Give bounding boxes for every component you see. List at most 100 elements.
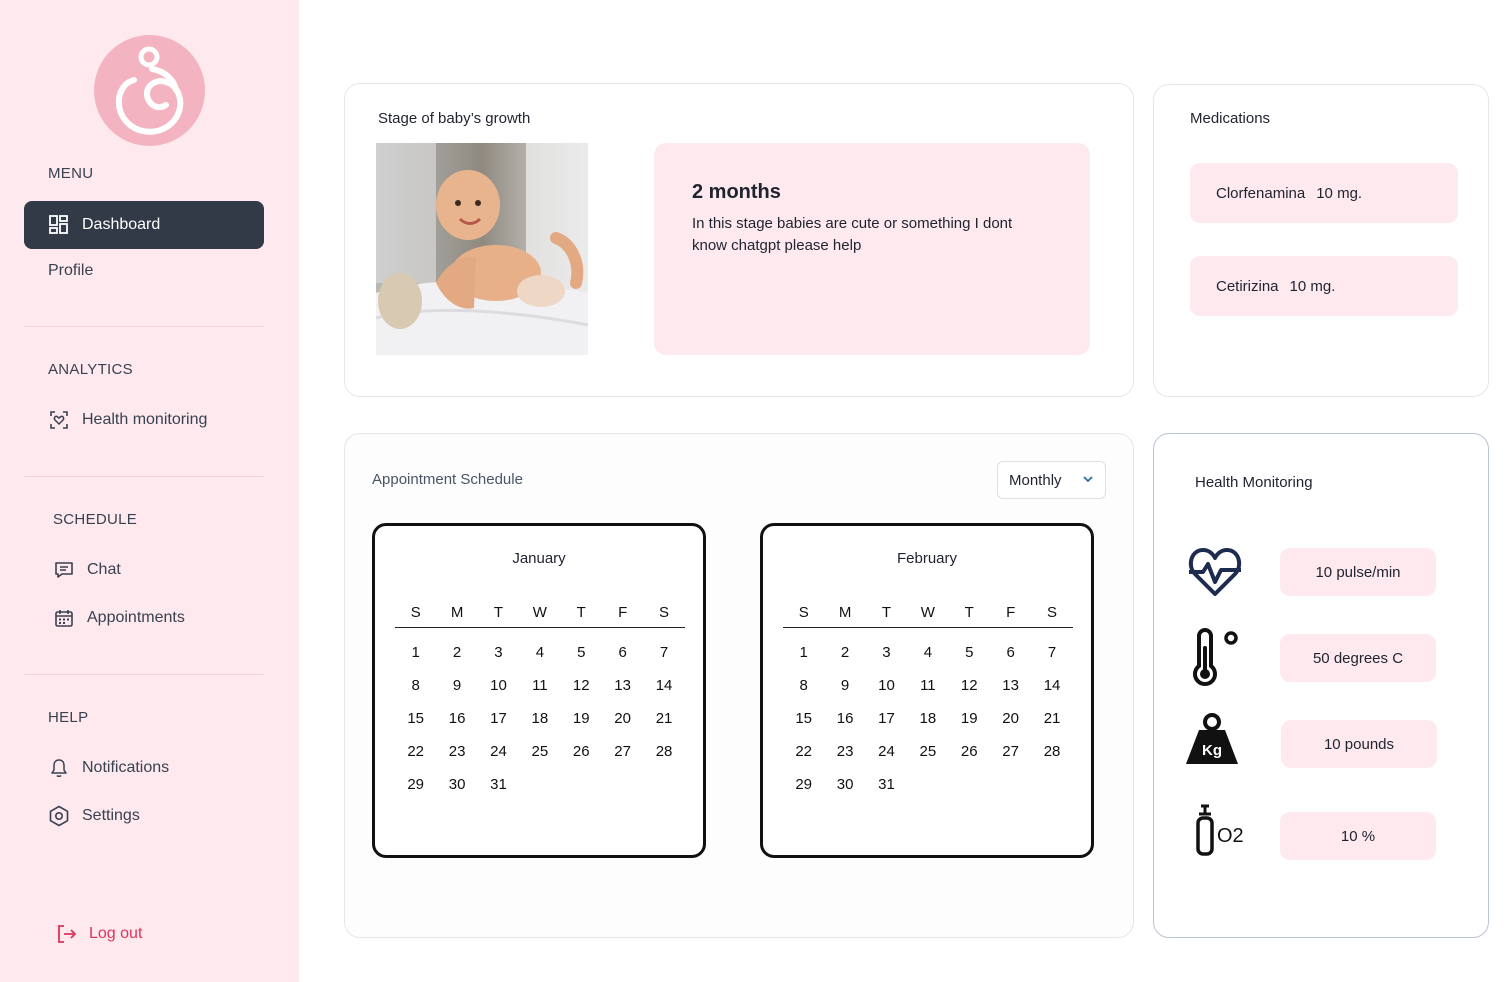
calendar-day[interactable]: 17 (866, 710, 907, 727)
logout-icon (55, 923, 77, 945)
calendar-day[interactable]: 25 (907, 743, 948, 760)
sidebar-item-appointments[interactable]: Appointments (53, 607, 185, 629)
weekday-label: W (532, 604, 547, 621)
calendar-day[interactable]: 11 (519, 677, 560, 694)
calendar-day[interactable]: 20 (990, 710, 1031, 727)
calendar-day[interactable]: 7 (1031, 644, 1072, 661)
sidebar-item-chat[interactable]: Chat (53, 559, 121, 581)
calendar-day[interactable]: 27 (990, 743, 1031, 760)
calendar-day[interactable]: 6 (990, 644, 1031, 661)
calendar-day[interactable]: 22 (783, 743, 824, 760)
schedule-section-label: SCHEDULE (53, 511, 138, 528)
medication-item[interactable]: Clorfenamina 10 mg. (1190, 163, 1458, 223)
calendar-day[interactable]: 20 (602, 710, 643, 727)
calendar-week-row: 15 16 17 18 19 20 21 (395, 694, 685, 727)
calendar-day[interactable]: 12 (561, 677, 602, 694)
weekday-label: F (618, 604, 628, 621)
calendar-day[interactable]: 15 (783, 710, 824, 727)
calendar-day[interactable]: 30 (824, 776, 865, 793)
calendar-day[interactable]: 24 (866, 743, 907, 760)
calendar-day[interactable]: 19 (561, 710, 602, 727)
calendar-day[interactable]: 21 (1031, 710, 1072, 727)
calendar-day[interactable]: 6 (602, 644, 643, 661)
calendar-day[interactable]: 30 (436, 776, 477, 793)
sidebar-item-label: Appointments (87, 609, 185, 626)
calendar-day[interactable]: 26 (561, 743, 602, 760)
hexagon-gear-icon (48, 805, 70, 827)
calendar-day[interactable]: 29 (395, 776, 436, 793)
calendar-day[interactable]: 22 (395, 743, 436, 760)
sidebar-item-label: Profile (48, 262, 94, 279)
calendar-day[interactable]: 21 (643, 710, 684, 727)
calendar-day[interactable]: 2 (436, 644, 477, 661)
calendar-week-row: 1234567 (783, 628, 1073, 661)
menu-section-label: MENU (48, 165, 94, 182)
calendar-day[interactable]: 29 (783, 776, 824, 793)
mother-baby-logo-icon (115, 46, 184, 135)
growth-card-title: Stage of baby’s growth (378, 110, 531, 127)
calendar-day[interactable]: 23 (824, 743, 865, 760)
sidebar-item-dashboard[interactable]: Dashboard (24, 201, 264, 249)
calendar-day[interactable]: 18 (907, 710, 948, 727)
calendar-week-row: 29 30 31 (783, 760, 1073, 793)
calendar-day[interactable]: 13 (602, 677, 643, 694)
calendar-day[interactable]: 19 (949, 710, 990, 727)
calendar-day[interactable]: 28 (1031, 743, 1072, 760)
calendar-day[interactable]: 8 (783, 677, 824, 694)
calendar-day[interactable]: 3 (866, 644, 907, 661)
calendar-day[interactable]: 28 (643, 743, 684, 760)
calendar-day[interactable]: 11 (907, 677, 948, 694)
heart-scan-icon (48, 409, 70, 431)
weekday-label: M (838, 604, 852, 621)
stage-info-box: 2 months In this stage babies are cute o… (654, 143, 1090, 355)
sidebar-item-notifications[interactable]: Notifications (48, 757, 169, 779)
calendar-day[interactable]: 15 (395, 710, 436, 727)
calendar-day[interactable]: 16 (824, 710, 865, 727)
calendar-day[interactable]: 13 (990, 677, 1031, 694)
sidebar-item-profile[interactable]: Profile (48, 262, 93, 280)
calendar-day[interactable]: 26 (949, 743, 990, 760)
calendar-day[interactable]: 1 (783, 644, 824, 661)
calendar-day[interactable]: 16 (436, 710, 477, 727)
calendar-day[interactable]: 25 (519, 743, 560, 760)
calendar-day[interactable]: 18 (519, 710, 560, 727)
calendar-week-row: 22 23 24 25 26 27 28 (783, 727, 1073, 760)
calendar-day[interactable]: 31 (866, 776, 907, 793)
calendar-day[interactable]: 2 (824, 644, 865, 661)
calendar-day[interactable]: 14 (1031, 677, 1072, 694)
calendar-day[interactable]: 4 (519, 644, 560, 661)
period-dropdown[interactable]: Monthly (997, 461, 1106, 499)
calendar-day[interactable]: 5 (949, 644, 990, 661)
weekday-label: F (1006, 604, 1016, 621)
logout-button[interactable]: Log out (55, 923, 142, 945)
calendar-day[interactable]: 9 (824, 677, 865, 694)
calendar-day[interactable]: 10 (478, 677, 519, 694)
calendar-day[interactable]: 24 (478, 743, 519, 760)
calendar-week-row: 8 9 10 11 12 13 14 (783, 661, 1073, 694)
sidebar-item-settings[interactable]: Settings (48, 805, 140, 827)
weekday-label: W (920, 604, 935, 621)
calendar-day[interactable]: 3 (478, 644, 519, 661)
calendar-day[interactable]: 7 (643, 644, 684, 661)
calendar-week-row: 8 9 10 11 12 13 14 (395, 661, 685, 694)
medication-item[interactable]: Cetirizina 10 mg. (1190, 256, 1458, 316)
dashboard-grid-icon (48, 214, 70, 236)
calendar-day[interactable]: 10 (866, 677, 907, 694)
calendar-day[interactable]: 23 (436, 743, 477, 760)
calendar-day[interactable]: 5 (561, 644, 602, 661)
calendar-day[interactable]: 8 (395, 677, 436, 694)
calendar-day[interactable]: 1 (395, 644, 436, 661)
appointment-schedule-title: Appointment Schedule (372, 471, 523, 488)
calendar-day[interactable]: 31 (478, 776, 519, 793)
sidebar-item-health-monitoring[interactable]: Health monitoring (48, 409, 207, 431)
calendar-day[interactable]: 12 (949, 677, 990, 694)
calendar-day[interactable]: 4 (907, 644, 948, 661)
calendar-day[interactable]: 14 (643, 677, 684, 694)
oxygen-tank-icon: O2 (1185, 802, 1245, 862)
calendar-day[interactable]: 9 (436, 677, 477, 694)
calendar-week-row: 22 23 24 25 26 27 28 (395, 727, 685, 760)
calendar-grid: S M T W T F S 1 2 3 4 5 6 7 8 9 10 11 12 13 14 15 16 17 18 19 20 21… (783, 602, 1073, 793)
calendar-day[interactable]: 17 (478, 710, 519, 727)
calendar-day[interactable]: 27 (602, 743, 643, 760)
medication-name: Cetirizina (1216, 277, 1279, 295)
